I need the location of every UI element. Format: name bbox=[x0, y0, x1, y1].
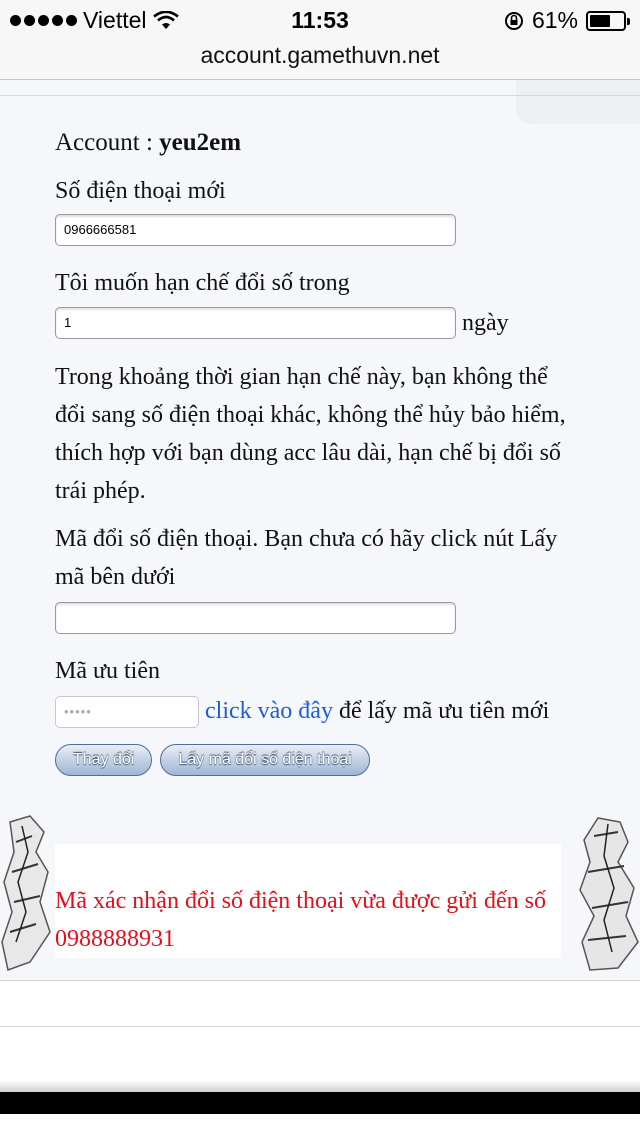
warrior-illustration-right bbox=[579, 817, 639, 971]
limit-description: Trong khoảng thời gian hạn chế này, bạn … bbox=[55, 364, 566, 504]
priority-label: Mã ưu tiên bbox=[55, 658, 160, 684]
toolbar-shadow bbox=[0, 1080, 640, 1092]
priority-code-input[interactable]: ••••• bbox=[55, 696, 199, 729]
new-phone-input[interactable]: 0966666581 bbox=[55, 214, 456, 246]
priority-suffix: để lấy mã ưu tiên mới bbox=[332, 698, 550, 724]
limit-label: Tôi muốn hạn chế đổi số trong bbox=[55, 270, 350, 296]
new-phone-label: Số điện thoại mới bbox=[55, 178, 226, 204]
divider bbox=[0, 95, 640, 96]
confirmation-notice: Mã xác nhận đổi số điện thoại vừa được g… bbox=[55, 844, 561, 958]
overlay-tab-shadow bbox=[516, 80, 640, 124]
battery-icon bbox=[586, 10, 630, 31]
code-label: Mã đổi số điện thoại. Bạn chưa có hãy cl… bbox=[55, 526, 558, 590]
warrior-illustration-left bbox=[1, 815, 51, 971]
priority-link[interactable]: click vào đây bbox=[205, 698, 333, 724]
status-bar: Viettel 11:53 61% bbox=[0, 0, 640, 40]
change-phone-form: Account : yeu2em Số điện thoại mới 09666… bbox=[55, 124, 575, 776]
limit-days-input[interactable]: 1 bbox=[55, 307, 456, 339]
bottom-area bbox=[0, 980, 640, 1136]
divider bbox=[0, 1026, 640, 1027]
account-line: Account : yeu2em bbox=[55, 124, 575, 162]
status-right: 61% bbox=[504, 7, 630, 34]
account-label: Account : bbox=[55, 129, 160, 156]
get-code-button[interactable]: Lấy mã đổi số điện thoại bbox=[160, 744, 370, 776]
phone-change-code-input[interactable] bbox=[55, 602, 456, 634]
bottom-black-bar bbox=[0, 1092, 640, 1114]
rotation-lock-icon bbox=[504, 11, 523, 30]
limit-unit: ngày bbox=[462, 310, 509, 336]
divider bbox=[0, 980, 640, 981]
url-text: account.gamethuvn.net bbox=[200, 42, 440, 68]
priority-row: ••••• click vào đây để lấy mã ưu tiên mớ… bbox=[55, 692, 575, 730]
address-bar[interactable]: account.gamethuvn.net bbox=[0, 40, 640, 80]
battery-percent: 61% bbox=[531, 7, 578, 33]
limit-row: 1 ngày bbox=[55, 304, 575, 342]
account-name: yeu2em bbox=[159, 129, 242, 156]
change-button[interactable]: Thay đổi bbox=[55, 744, 153, 776]
action-buttons: Thay đổi Lấy mã đổi số điện thoại bbox=[55, 744, 575, 776]
